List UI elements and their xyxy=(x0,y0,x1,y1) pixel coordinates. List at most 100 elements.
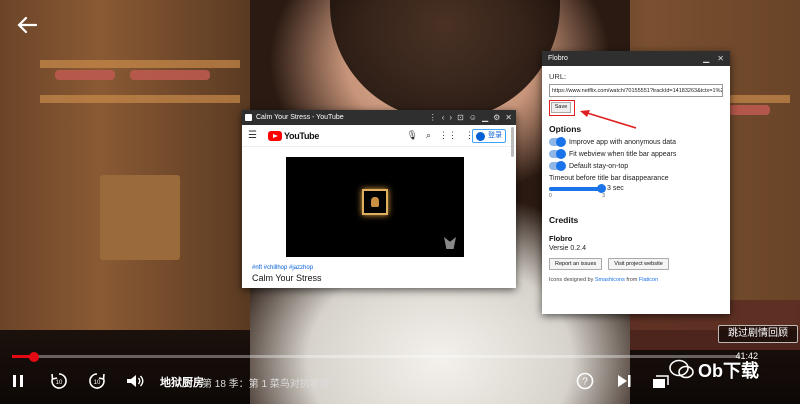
youtube-window[interactable]: Calm Your Stress - YouTube ⋮ ‹ › ⊡ ☺ ▁ ⚙… xyxy=(242,110,516,288)
slider-ticks: 0 3 xyxy=(549,193,605,199)
option-fit-webview[interactable]: Fit webview when title bar appears xyxy=(549,149,723,159)
pin-icon[interactable]: ⊡ xyxy=(457,110,464,125)
knife-block xyxy=(100,175,180,260)
option-label: Default stay-on-top xyxy=(569,162,629,170)
hamburger-menu-icon[interactable]: ☰ xyxy=(248,130,257,142)
progress-bar[interactable] xyxy=(12,351,740,362)
flobro-titlebar[interactable]: Flobro ▁ ✕ xyxy=(542,51,730,66)
slider-min: 0 xyxy=(549,193,552,199)
youtube-logo-text: YouTube xyxy=(284,131,320,141)
flobro-window[interactable]: Flobro ▁ ✕ URL: https://www.netflix.com/… xyxy=(542,51,730,314)
option-anonymous-data[interactable]: Improve app with anonymous data xyxy=(549,137,723,147)
forward-10-button[interactable]: 10 xyxy=(86,370,108,392)
rewind-10-icon: 10 xyxy=(51,373,67,389)
save-button[interactable]: Save xyxy=(551,102,571,113)
shelf xyxy=(40,95,240,103)
option-stay-on-top[interactable]: Default stay-on-top xyxy=(549,161,723,171)
app-version: Versie 0.2.4 xyxy=(549,245,586,252)
video-cube-graphic xyxy=(362,189,388,215)
icons-credit-prefix: Icons designed by xyxy=(549,277,594,283)
next-episode-button[interactable] xyxy=(614,370,634,392)
flobro-window-title: Flobro xyxy=(548,55,568,62)
show-title: 地狱厨房 xyxy=(160,377,204,389)
youtube-window-title: Calm Your Stress - YouTube xyxy=(256,114,344,121)
url-label: URL: xyxy=(549,72,567,81)
flaticon-link[interactable]: Flaticon xyxy=(639,277,658,283)
back-button[interactable] xyxy=(16,14,42,40)
timeout-slider-fill xyxy=(549,186,601,191)
close-icon[interactable]: ✕ xyxy=(717,51,724,66)
search-icon[interactable]: ⌕ xyxy=(426,130,431,141)
options-heading: Options xyxy=(549,124,582,134)
meat-tray xyxy=(55,70,115,80)
meat-tray xyxy=(130,70,210,80)
close-icon[interactable]: ✕ xyxy=(505,110,512,125)
icons-credit-from: from xyxy=(626,277,638,283)
skip-recap-button[interactable]: 跳过剧情回顾 xyxy=(718,325,798,343)
watermark: Ob下载 xyxy=(668,357,780,383)
wechat-icon xyxy=(669,359,694,379)
project-website-button[interactable]: Visit project website xyxy=(608,258,669,270)
kitchen-wall-left xyxy=(0,0,250,330)
video-title: Calm Your Stress xyxy=(252,273,322,283)
flobro-body: URL: https://www.netflix.com/watch/70155… xyxy=(542,66,730,289)
credits-heading: Credits xyxy=(549,215,579,225)
help-circle-icon: ? xyxy=(576,372,594,390)
youtube-video-player[interactable] xyxy=(286,157,464,257)
credits-buttons: Report an issues Visit project website xyxy=(549,258,723,270)
option-label: Fit webview when title bar appears xyxy=(569,150,677,158)
svg-text:10: 10 xyxy=(56,380,63,386)
pause-icon xyxy=(13,375,23,387)
video-hashtags[interactable]: #nft #chillhop #jazzhop xyxy=(252,265,313,271)
person-icon[interactable]: ☺ xyxy=(469,110,477,125)
shelf xyxy=(40,60,240,68)
toggle-switch[interactable] xyxy=(549,161,566,171)
app-name: Flobro xyxy=(549,234,573,243)
apps-grid-icon[interactable]: ⋮⋮ xyxy=(439,130,457,141)
youtube-header-icons: 🎙 ⌕ ⋮⋮ ⋮ xyxy=(407,130,474,141)
microphone-icon[interactable]: 🎙 xyxy=(407,130,418,141)
forward-icon[interactable]: › xyxy=(449,110,452,125)
youtube-window-titlebar[interactable]: Calm Your Stress - YouTube ⋮ ‹ › ⊡ ☺ ▁ ⚙… xyxy=(242,110,516,125)
minimize-icon[interactable]: ▁ xyxy=(703,51,709,66)
gear-icon[interactable]: ⚙ xyxy=(493,110,500,125)
option-label: Improve app with anonymous data xyxy=(569,138,677,146)
timeout-slider-knob[interactable] xyxy=(596,183,606,193)
volume-button[interactable] xyxy=(124,370,146,392)
watermark-label: Ob下载 xyxy=(698,361,759,381)
toggle-switch[interactable] xyxy=(549,149,566,159)
timeout-slider-row: 3 sec xyxy=(549,183,723,193)
youtube-header: ☰ YouTube 🎙 ⌕ ⋮⋮ ⋮ 登录 xyxy=(242,125,516,147)
youtube-play-icon xyxy=(268,131,282,141)
url-input[interactable]: https://www.netflix.com/watch/70155551?t… xyxy=(549,84,723,97)
timeout-slider[interactable] xyxy=(549,183,606,193)
icons-credit: Icons designed by Smashicons from Flatic… xyxy=(549,277,723,283)
timeout-value: 3 sec xyxy=(607,185,624,192)
next-episode-icon xyxy=(618,375,631,387)
smashicons-link[interactable]: Smashicons xyxy=(595,277,625,283)
save-highlight-box: Save xyxy=(549,100,575,116)
svg-text:10: 10 xyxy=(94,380,101,386)
help-button[interactable]: ? xyxy=(575,370,595,392)
youtube-window-controls: ⋮ ‹ › ⊡ ☺ ▁ ⚙ ✕ xyxy=(429,110,512,125)
timeout-label: Timeout before title bar disappearance xyxy=(549,175,669,182)
pause-button[interactable] xyxy=(10,370,28,392)
window-favicon-icon xyxy=(245,114,252,121)
youtube-scrollbar[interactable] xyxy=(511,127,514,157)
forward-10-icon: 10 xyxy=(89,373,105,389)
rewind-10-button[interactable]: 10 xyxy=(48,370,70,392)
signin-label: 登录 xyxy=(488,132,502,139)
flobro-window-controls: ▁ ✕ xyxy=(703,51,724,66)
youtube-logo[interactable]: YouTube xyxy=(268,131,319,141)
account-icon xyxy=(476,132,485,141)
volume-icon xyxy=(127,375,144,387)
channel-fox-icon xyxy=(444,237,456,249)
youtube-signin-button[interactable]: 登录 xyxy=(472,129,506,143)
more-icon[interactable]: ⋮ xyxy=(429,110,437,125)
slider-max: 3 xyxy=(602,193,605,199)
report-issue-button[interactable]: Report an issues xyxy=(549,258,603,270)
minimize-icon[interactable]: ▁ xyxy=(482,110,488,125)
progress-scrubber[interactable] xyxy=(28,351,39,362)
toggle-switch[interactable] xyxy=(549,137,566,147)
back-icon[interactable]: ‹ xyxy=(442,110,445,125)
